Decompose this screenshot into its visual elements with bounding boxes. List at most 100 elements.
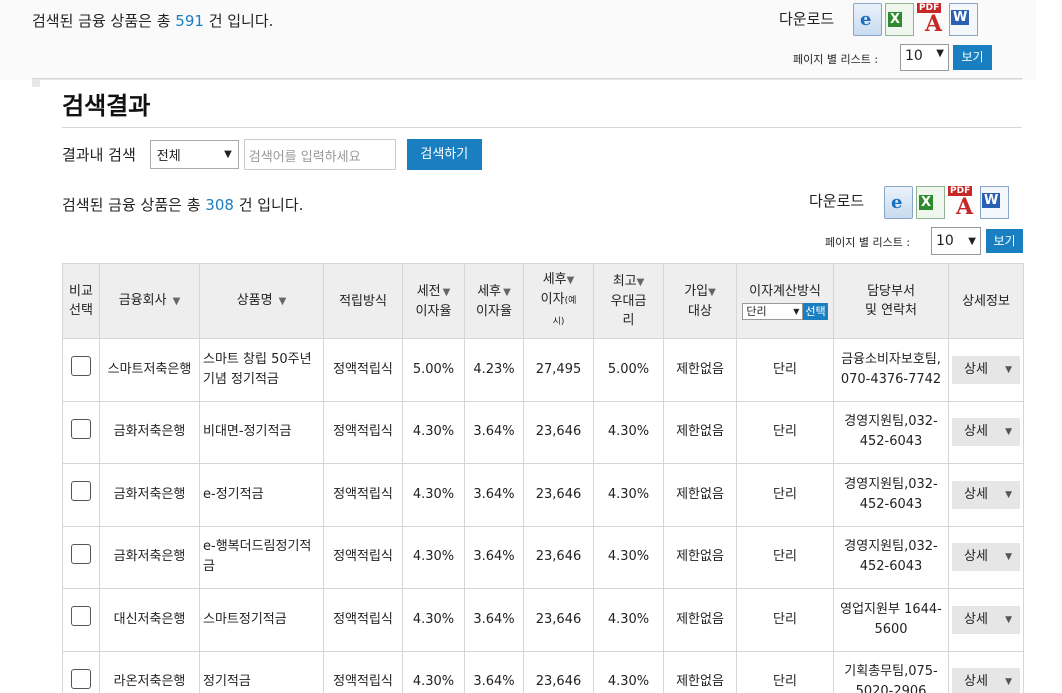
table-row: 금화저축은행 e-정기적금 정액적립식 4.30% 3.64% 23,646 4… [62, 463, 1024, 527]
detail-button[interactable]: 상세 ▼ [952, 418, 1020, 447]
search-button[interactable]: 검색하기 [406, 139, 482, 170]
aftertax-rate-cell: 3.64% [464, 525, 524, 589]
chevron-down-icon: ▼ [1005, 364, 1012, 375]
ie-icon[interactable]: e [884, 186, 913, 219]
calc-method-cell: 단리 [736, 338, 834, 402]
header-target[interactable]: 가입▼ 대상 [663, 263, 737, 339]
aftertax-interest-cell: 23,646 [523, 463, 594, 527]
target-cell: 제한없음 [663, 650, 737, 693]
word-icon[interactable]: W [949, 3, 978, 36]
pretax-rate-cell: 4.30% [402, 650, 465, 693]
aftertax-rate-cell: 3.64% [464, 463, 524, 527]
detail-cell: 상세 ▼ [948, 525, 1024, 589]
table-row: 스마트저축은행 스마트 창립 50주년 기념 정기적금 정액적립식 5.00% … [62, 338, 1024, 402]
page-title: 검색결과 [62, 92, 151, 120]
download-label: 다운로드 [809, 192, 865, 210]
detail-button[interactable]: 상세 ▼ [952, 543, 1020, 572]
product-cell: e-정기적금 [199, 463, 324, 527]
chevron-down-icon: ▼ [793, 307, 800, 316]
product-cell: 스마트 창립 50주년 기념 정기적금 [199, 338, 324, 402]
aftertax-interest-cell: 23,646 [523, 400, 594, 464]
calc-method-select-button[interactable]: 선택 [803, 303, 828, 320]
best-rate-cell: 4.30% [593, 650, 664, 693]
product-cell: 정기적금 [199, 650, 324, 693]
header-company[interactable]: 금융회사 ▼ [99, 263, 200, 339]
search-result-panel: 검색결과 결과내 검색 전체 ▼ 검색어를 입력하세요 검색하기 검색된 금융 상… [40, 80, 1062, 693]
compare-checkbox-cell [62, 400, 100, 464]
best-rate-cell: 5.00% [593, 338, 664, 402]
header-aftertax-interest[interactable]: 세후▼ 이자(예 시) [523, 263, 594, 339]
compare-checkbox-cell [62, 463, 100, 527]
aftertax-interest-cell: 23,646 [523, 588, 594, 652]
background-download-label: 다운로드 [779, 10, 835, 28]
detail-button[interactable]: 상세 ▼ [952, 605, 1020, 634]
pdf-icon[interactable]: PDF A [948, 186, 977, 220]
method-cell: 정액적립식 [323, 338, 403, 402]
page: 검색된 금융 상품은 총 591 건 입니다. 다운로드 e X PDF A W … [0, 0, 1062, 693]
compare-checkbox[interactable] [71, 481, 91, 502]
view-button[interactable]: 보기 [986, 229, 1023, 253]
compare-checkbox[interactable] [71, 606, 91, 627]
background-view-button[interactable]: 보기 [953, 45, 992, 70]
pretax-rate-cell: 4.30% [402, 525, 465, 589]
excel-icon[interactable]: X [916, 186, 945, 219]
target-cell: 제한없음 [663, 400, 737, 464]
compare-checkbox[interactable] [71, 356, 91, 377]
per-page-label: 페이지 별 리스트 : [825, 236, 911, 249]
product-cell: 비대면-정기적금 [199, 400, 324, 464]
target-cell: 제한없음 [663, 338, 737, 402]
detail-button[interactable]: 상세 ▼ [952, 480, 1020, 509]
method-cell: 정액적립식 [323, 588, 403, 652]
contact-cell: 금융소비자보호팀, 070-4376-7742 [833, 338, 949, 402]
contact-cell: 경영지원팀,032-452-6043 [833, 463, 949, 527]
compare-checkbox[interactable] [71, 418, 91, 439]
calc-method-cell: 단리 [736, 650, 834, 693]
company-cell: 스마트저축은행 [99, 338, 200, 402]
excel-icon[interactable]: X [885, 3, 914, 36]
product-table: 비교 선택 금융회사 ▼ 상품명 ▼ 적립방식 세전 ▼ 이자율 세후 ▼ 이자율 세후▼ 이자… [62, 263, 1024, 693]
target-cell: 제한없음 [663, 463, 737, 527]
header-method: 적립방식 [323, 263, 403, 339]
product-cell: e-행복더드림정기적금 [199, 525, 324, 589]
calc-method-cell: 단리 [736, 463, 834, 527]
calc-method-select[interactable]: 단리 ▼ [742, 303, 804, 320]
header-product[interactable]: 상품명 ▼ [199, 263, 324, 339]
result-search-row: 결과내 검색 전체 ▼ 검색어를 입력하세요 검색하기 [62, 139, 482, 170]
compare-checkbox-cell [62, 588, 100, 652]
best-rate-cell: 4.30% [593, 525, 664, 589]
contact-cell: 영업지원부 1644-5600 [833, 588, 949, 652]
detail-cell: 상세 ▼ [948, 338, 1024, 402]
method-cell: 정액적립식 [323, 650, 403, 693]
compare-checkbox-cell [62, 650, 100, 693]
background-result-header: 검색된 금융 상품은 총 591 건 입니다. 다운로드 e X PDF A W … [0, 0, 1036, 80]
detail-button[interactable]: 상세 ▼ [952, 355, 1020, 384]
header-best-rate[interactable]: 최고▼ 우대금 리 [593, 263, 664, 339]
table-header-row: 비교 선택 금융회사 ▼ 상품명 ▼ 적립방식 세전 ▼ 이자율 세후 ▼ 이자율 세후▼ 이자… [62, 263, 1024, 339]
sort-down-icon: ▼ [172, 296, 181, 307]
background-download-icons: e X PDF A W [853, 3, 978, 37]
aftertax-rate-cell: 3.64% [464, 588, 524, 652]
company-cell: 대신저축은행 [99, 588, 200, 652]
pretax-rate-cell: 4.30% [402, 463, 465, 527]
aftertax-rate-cell: 3.64% [464, 650, 524, 693]
background-per-page-select[interactable]: 10 ▼ [900, 44, 949, 71]
company-cell: 라온저축은행 [99, 650, 200, 693]
header-calc-method: 이자계산방식 단리 ▼ 선택 [736, 263, 834, 339]
header-aftertax-rate[interactable]: 세후 ▼ 이자율 [464, 263, 524, 339]
compare-checkbox[interactable] [71, 543, 91, 564]
method-cell: 정액적립식 [323, 400, 403, 464]
chevron-down-icon: ▼ [1005, 614, 1012, 625]
word-icon[interactable]: W [980, 186, 1009, 219]
compare-checkbox-cell [62, 338, 100, 402]
aftertax-interest-cell: 23,646 [523, 525, 594, 589]
compare-checkbox[interactable] [71, 668, 91, 689]
search-input[interactable]: 검색어를 입력하세요 [243, 139, 396, 170]
per-page-select[interactable]: 10 ▼ [931, 227, 981, 255]
pretax-rate-cell: 5.00% [402, 338, 465, 402]
ie-icon[interactable]: e [853, 3, 882, 36]
detail-button[interactable]: 상세 ▼ [952, 668, 1020, 693]
search-scope-select[interactable]: 전체 ▼ [149, 140, 239, 169]
pdf-icon[interactable]: PDF A [917, 3, 946, 37]
header-pretax-rate[interactable]: 세전 ▼ 이자율 [402, 263, 465, 339]
target-cell: 제한없음 [663, 525, 737, 589]
